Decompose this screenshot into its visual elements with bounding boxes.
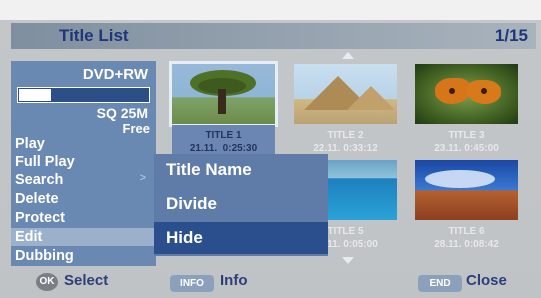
submenu-item-divide[interactable]: Divide [154, 188, 328, 220]
edit-submenu: Title Name Divide Hide [154, 154, 328, 256]
recording-quality: SQ 25M [96, 105, 148, 121]
screen-title: Title List [59, 26, 129, 45]
title-name: TITLE 1 [205, 130, 242, 141]
title-thumbnail-6[interactable] [415, 160, 518, 220]
title-name: TITLE 5 [327, 226, 364, 237]
menu-item-dubbing[interactable]: Dubbing [11, 247, 156, 265]
menu-item-search[interactable]: Search > [11, 171, 156, 189]
title-list-screen: Title List 1/15 DVD+RW SQ 25M Free Play … [0, 0, 541, 298]
select-label: Select [64, 272, 109, 289]
title-1-label: TITLE 1 21.11. 0:25:30 [172, 130, 275, 154]
title-name: TITLE 3 [448, 130, 485, 141]
menu-item-edit[interactable]: Edit [11, 228, 156, 246]
menu-item-label: Protect [15, 210, 65, 226]
menu-item-delete[interactable]: Delete [11, 190, 156, 208]
chevron-right-icon: > [139, 172, 146, 184]
capacity-fill [19, 89, 51, 101]
submenu-item-hide[interactable]: Hide [154, 222, 328, 254]
ok-key-icon: OK [36, 273, 58, 291]
top-bar [0, 0, 541, 20]
header-bar: Title List 1/15 [11, 23, 536, 49]
info-key-icon: INFO [170, 275, 214, 292]
title-date-time: 23.11. 0:45:00 [434, 143, 499, 154]
title-thumbnail-3[interactable] [415, 64, 518, 124]
title-thumbnail-2[interactable] [294, 64, 397, 124]
submenu-item-label: Hide [166, 228, 203, 247]
title-date-time: 22.11. 0:33:12 [313, 143, 378, 154]
menu-item-full-play[interactable]: Full Play [11, 153, 156, 171]
menu-item-play[interactable]: Play [11, 135, 156, 153]
close-label: Close [466, 272, 507, 289]
menu-item-label: Full Play [15, 154, 75, 170]
title-name: TITLE 6 [448, 226, 485, 237]
menu-item-label: Play [15, 136, 45, 152]
title-name: TITLE 2 [327, 130, 364, 141]
title-date-time: 28.11. 0:08:42 [434, 239, 499, 250]
title-date-time: 21.11. 0:25:30 [189, 143, 258, 154]
scroll-up-icon[interactable] [342, 52, 354, 59]
title-2-label: TITLE 2 22.11. 0:33:12 [294, 130, 397, 154]
media-type: DVD+RW [82, 66, 148, 83]
title-6-label: TITLE 6 28.11. 0:08:42 [415, 226, 518, 250]
footer-bar: OK Select INFO Info END Close [0, 265, 541, 298]
submenu-item-label: Divide [166, 194, 218, 213]
title-thumbnail-1[interactable] [169, 61, 278, 127]
menu-item-label: Edit [15, 229, 43, 245]
submenu-item-label: Title Name [166, 160, 252, 179]
title-3-label: TITLE 3 23.11. 0:45:00 [415, 130, 518, 154]
page-indicator: 1/15 [494, 26, 528, 45]
info-label: Info [220, 272, 248, 289]
submenu-item-title-name[interactable]: Title Name [154, 154, 328, 186]
end-key-icon: END [418, 275, 462, 292]
disc-menu-panel: DVD+RW SQ 25M Free Play Full Play Search… [11, 61, 156, 266]
free-label: Free [122, 121, 150, 136]
menu-item-label: Delete [15, 191, 59, 207]
menu-item-protect[interactable]: Protect [11, 209, 156, 227]
menu-item-label: Search [15, 172, 64, 188]
scroll-down-icon[interactable] [342, 257, 354, 264]
capacity-bar [17, 87, 150, 103]
menu-item-label: Dubbing [15, 248, 74, 264]
